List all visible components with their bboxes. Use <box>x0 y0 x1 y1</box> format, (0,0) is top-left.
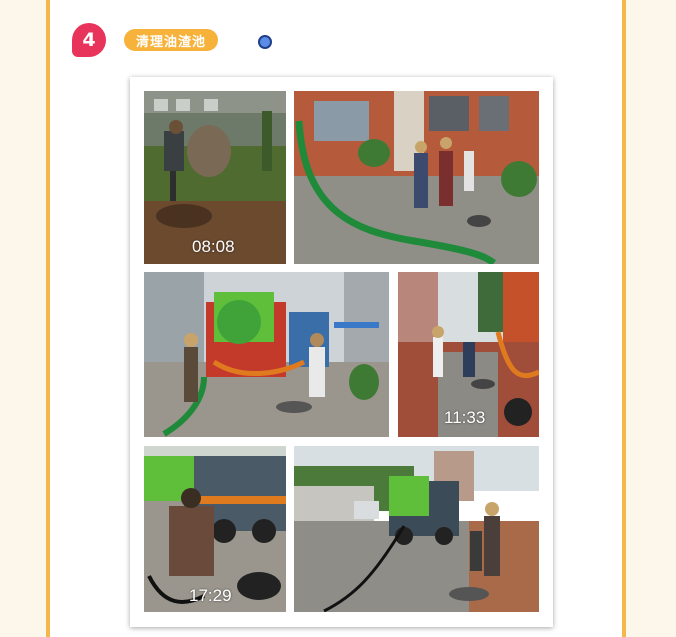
section-title: 清理油渣池 <box>124 29 219 51</box>
section-number-badge: 4 <box>72 23 106 57</box>
article-page: 4 清理油渣池 08:08 11:33 17:29 <box>46 0 626 637</box>
photo-timestamp: 08:08 <box>192 237 235 256</box>
photo-hose-courtyard[interactable] <box>294 91 539 264</box>
bullet-dot-icon <box>258 35 272 49</box>
photo-worker-digging[interactable]: 08:08 <box>144 91 286 264</box>
photo-timestamp: 11:33 <box>444 408 486 427</box>
photo-truck-road-workers[interactable] <box>294 446 539 612</box>
section-header: 4 清理油渣池 <box>50 0 622 70</box>
photo-timestamp: 17:29 <box>189 586 232 605</box>
photo-workers-manhole[interactable]: 11:33 <box>398 272 539 437</box>
photo-collage: 08:08 11:33 17:29 <box>130 77 553 627</box>
photo-worker-truck-hose[interactable]: 17:29 <box>144 446 286 612</box>
photo-vacuum-truck-street[interactable] <box>144 272 389 437</box>
